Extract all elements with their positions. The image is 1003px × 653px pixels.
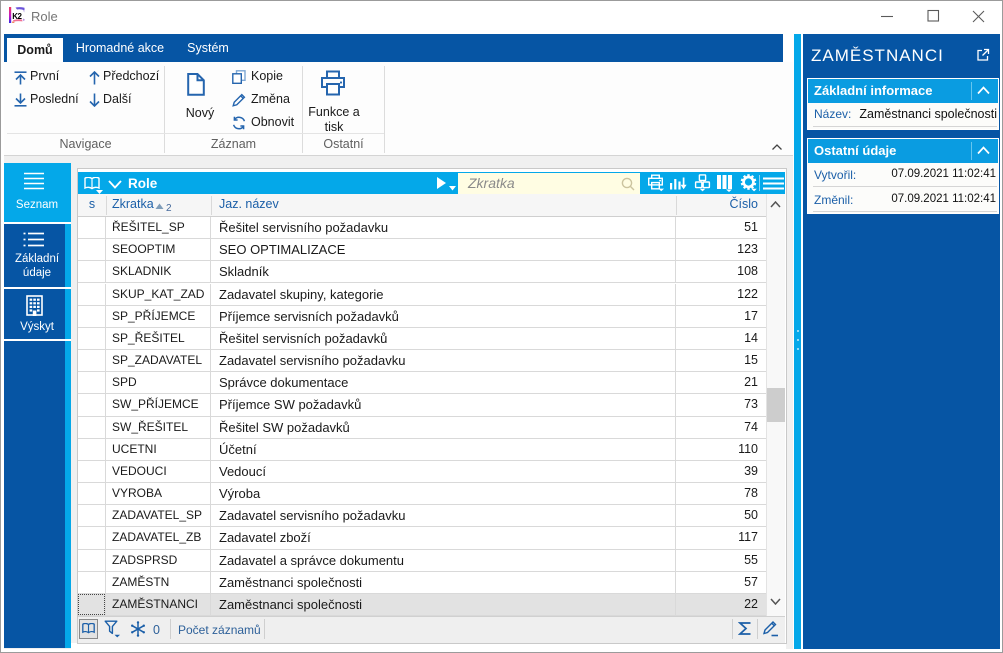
svg-text:K2: K2 (12, 12, 22, 21)
